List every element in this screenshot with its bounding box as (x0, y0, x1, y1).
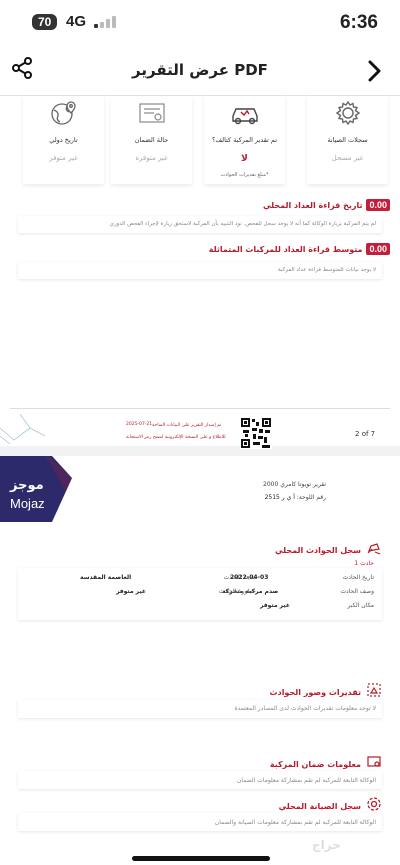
local-accidents-header: سجل الحوادث المحلي (275, 540, 382, 560)
card-title: تم تقدير المركبة كتالف؟ (211, 136, 278, 144)
odometer-local-header: 0.00 تاريخ قراءة العداد المحلي (263, 197, 390, 213)
chevron-right-icon[interactable] (360, 56, 388, 86)
footer-line-2: للاطلاع و على النسخة الإلكترونية امسح رم… (126, 435, 226, 440)
logo-text-ar: موجز (10, 478, 44, 493)
footer-line-1: تم إصدار التقرير على البيانات المتاحة (152, 423, 222, 428)
section-title: معلومات ضمان المركبة (269, 759, 361, 769)
footer-divider (10, 408, 390, 409)
page-title: عرض التقرير PDF (132, 61, 268, 79)
international-history-card: تاريخ دولي غير متوفر (23, 96, 104, 184)
accident-number: حادث 1 (354, 560, 374, 567)
battery-indicator: 70 (32, 14, 58, 30)
odometer-local-text: لم يتم المركبة بزيارة الوكالة كما أنه لا… (18, 216, 382, 233)
total-loss-card: تم تقدير المركبة كتالف؟ لا *مبلغ تقديرات… (204, 96, 285, 184)
field-label: تاريخ الحادث (342, 574, 374, 581)
network-label: 4G (66, 13, 87, 30)
card-status: غير متوفر (49, 154, 78, 162)
nav-bar: عرض التقرير PDF (0, 46, 400, 96)
plate-line: رقم اللوحة: أ ي ر 2515 (264, 494, 326, 501)
card-title: تاريخ دولي (49, 136, 78, 144)
odometer-average-text: لا يوجد بيانات للمتوسط قراءة عداد المركب… (18, 262, 382, 279)
field-label: مكان الكبر (347, 602, 374, 609)
odometer-badge: 0.00 (366, 243, 390, 255)
mojaz-logo: موجز Mojaz (0, 456, 76, 526)
section-title: متوسط قراءة العداد للمركبات المتماثلة (208, 244, 363, 254)
decorative-lines (0, 414, 46, 445)
signal-icon (94, 16, 116, 28)
field-label: خطورة الحادث (218, 588, 256, 595)
report-page-2: سجلات الصيانة غير مسجل تم تقدير المركبة … (0, 96, 400, 449)
card-title: حالة الضمان (134, 136, 169, 144)
card-title: سجلات الصيانة (327, 136, 368, 144)
maintenance-records-card: سجلات الصيانة غير مسجل (307, 96, 388, 184)
field-value: العاصمة المقدسة (80, 574, 132, 581)
section-title: تقديرات وصور الحوادث (269, 687, 361, 697)
odometer-badge: 0.00 (366, 199, 390, 211)
status-bar: 70 4G 6:36 (0, 0, 400, 46)
gear-icon (307, 98, 388, 128)
field-label: مدينة الحادث (223, 574, 256, 581)
status-time: 6:36 (339, 12, 378, 33)
warranty-info-text: الوكالة التابعة للمركبة لم تقم بمشاركة م… (236, 777, 376, 784)
card-status: غير مسجل (331, 154, 364, 162)
globe-pin-icon (23, 98, 104, 128)
logo-text-en: Mojaz (10, 496, 45, 511)
accident-photos-text: لا توجد معلومات تقديرات الحوادث لدى المص… (234, 705, 376, 712)
section-title: سجل الحوادث المحلي (275, 545, 361, 555)
camera-icon (366, 682, 382, 702)
home-indicator[interactable] (132, 856, 270, 861)
field-label: وصف الحادث (340, 588, 374, 595)
accident-photos-header: تقديرات وصور الحوادث (270, 682, 382, 702)
section-title: تاريخ قراءة العداد المحلي (262, 200, 363, 210)
card-note: *مبلغ تقديرات الحوادث (220, 172, 269, 178)
damaged-car-icon (204, 98, 285, 128)
card-status: لا (241, 154, 248, 164)
qr-code (240, 417, 272, 449)
page-number: 2 of 7 (355, 430, 376, 438)
card-status: غير متوفرة (135, 154, 168, 162)
field-value: غير متوفر (116, 588, 146, 595)
car-title: تقرير تويوتا كامري 2000 (263, 481, 326, 488)
odometer-average-header: 0.00 متوسط قراءة العداد للمركبات المتماث… (209, 241, 390, 257)
certificate-icon (111, 98, 192, 128)
accident-details: تاريخ الحادث 2022-04-03 مدينة الحادث الع… (18, 568, 382, 620)
watermark: حراج (312, 838, 341, 852)
report-page-3: موجز Mojaz تقرير تويوتا كامري 2000 رقم ا… (0, 456, 400, 865)
field-value: غير متوفر (260, 602, 290, 609)
warranty-status-card: حالة الضمان غير متوفرة (111, 96, 192, 184)
section-title: سجل الصيانة المحلي (278, 801, 361, 811)
footer-date: 2025-07-21 (126, 422, 153, 427)
car-crash-icon (366, 540, 382, 560)
local-maintenance-text: الوكالة التابعة للمركبة لم تقم بمشاركة م… (214, 819, 376, 826)
